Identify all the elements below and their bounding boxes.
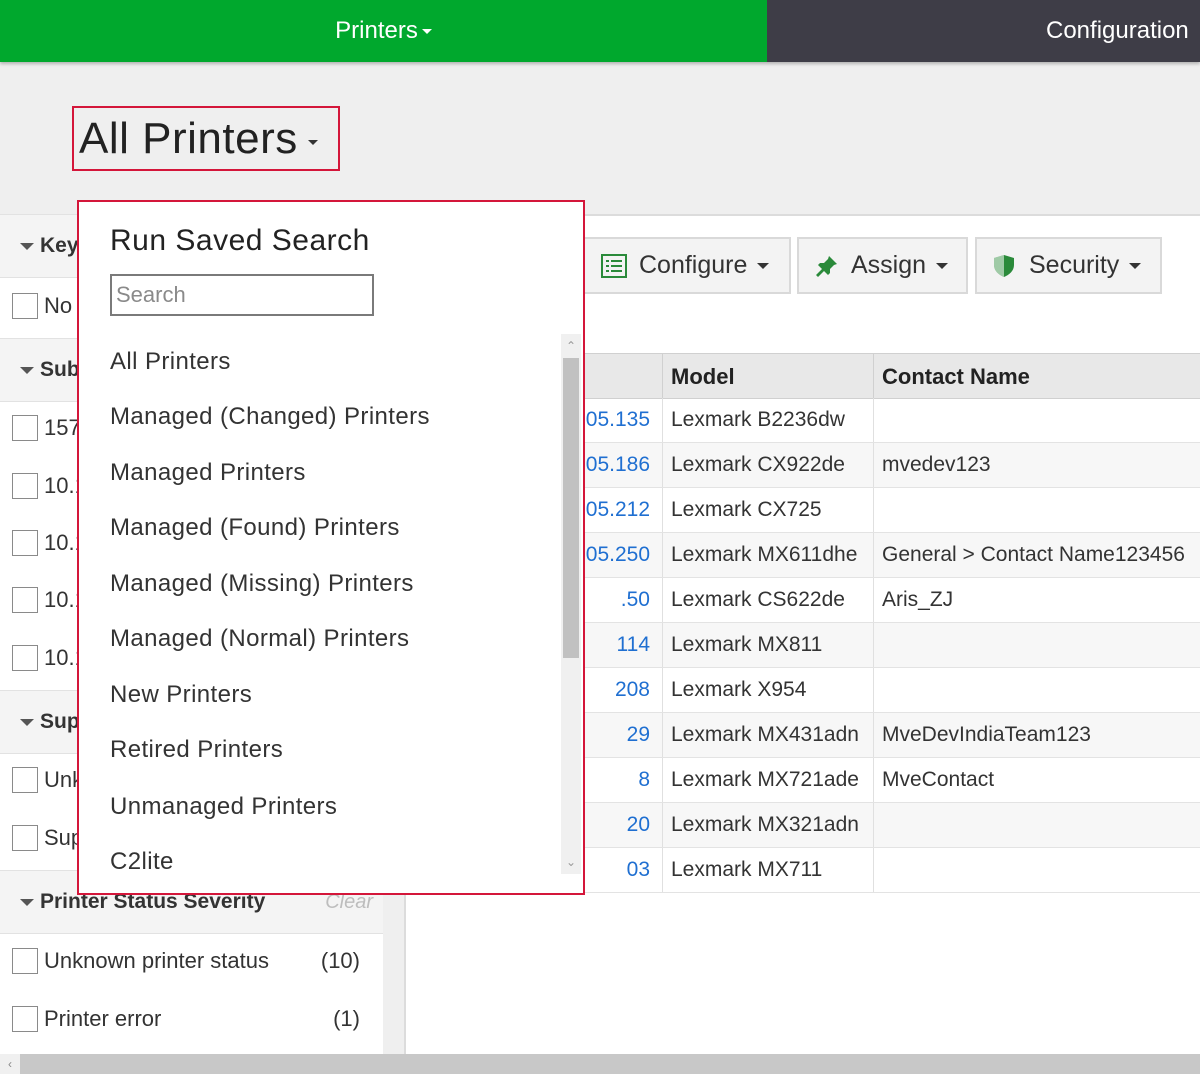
model-cell: Lexmark MX321adn bbox=[662, 803, 873, 847]
contact-cell bbox=[873, 803, 1200, 847]
saved-search-item[interactable]: Retired Printers bbox=[110, 736, 283, 764]
top-nav: Printers Configuration bbox=[0, 0, 1200, 62]
chevron-down-icon bbox=[1129, 262, 1142, 269]
chevron-down-icon bbox=[307, 140, 318, 145]
saved-search-item[interactable]: All Printers bbox=[110, 348, 231, 376]
facet-item-label: Unknown printer status bbox=[44, 948, 269, 973]
column-header-contact-label: Contact Name bbox=[882, 364, 1030, 389]
shield-icon bbox=[994, 254, 1014, 277]
saved-search-item[interactable]: C2lite bbox=[110, 848, 174, 876]
checkbox[interactable] bbox=[12, 587, 38, 613]
model-cell: Lexmark CS622de bbox=[662, 578, 873, 622]
configure-label: Configure bbox=[639, 251, 748, 279]
model-cell: Lexmark CX922de bbox=[662, 443, 873, 487]
contact-cell bbox=[873, 488, 1200, 532]
dropdown-scrollbar-thumb[interactable] bbox=[563, 358, 579, 658]
saved-search-item[interactable]: Managed Printers bbox=[110, 459, 306, 487]
contact-cell: MveDevIndiaTeam123 bbox=[873, 713, 1200, 757]
model-cell: Lexmark B2236dw bbox=[662, 398, 873, 442]
scroll-left-icon[interactable]: ‹ bbox=[0, 1054, 20, 1074]
nav-printers-label: Printers bbox=[335, 17, 418, 44]
nav-printers-tab[interactable]: Printers bbox=[0, 0, 767, 62]
contact-cell: Aris_ZJ bbox=[873, 578, 1200, 622]
checkbox[interactable] bbox=[12, 473, 38, 499]
contact-cell bbox=[873, 398, 1200, 442]
collapse-triangle-icon bbox=[20, 718, 34, 726]
facet-title: Key bbox=[40, 234, 79, 257]
saved-search-item[interactable]: New Printers bbox=[110, 681, 252, 709]
contact-cell bbox=[873, 623, 1200, 667]
contact-cell: MveContact bbox=[873, 758, 1200, 802]
facet-item-label: No bbox=[44, 293, 73, 318]
security-button[interactable]: Security bbox=[975, 237, 1162, 294]
saved-search-item[interactable]: Managed (Found) Printers bbox=[110, 514, 400, 542]
model-cell: Lexmark X954 bbox=[662, 668, 873, 712]
collapse-triangle-icon bbox=[20, 242, 34, 250]
checkbox[interactable] bbox=[12, 415, 38, 441]
checkbox[interactable] bbox=[12, 1006, 38, 1032]
saved-search-selector[interactable]: All Printers bbox=[72, 106, 340, 171]
collapse-triangle-icon bbox=[20, 898, 34, 906]
scroll-down-icon[interactable]: ⌄ bbox=[565, 856, 577, 868]
column-header-contact[interactable]: Contact Name bbox=[873, 354, 1200, 400]
chevron-down-icon bbox=[936, 262, 949, 269]
contact-cell bbox=[873, 668, 1200, 712]
configure-button[interactable]: Configure bbox=[583, 237, 791, 294]
model-cell: Lexmark MX711 bbox=[662, 848, 873, 892]
collapse-triangle-icon bbox=[20, 366, 34, 374]
checkbox[interactable] bbox=[12, 293, 38, 319]
dropdown-title: Run Saved Search bbox=[110, 224, 370, 257]
security-label: Security bbox=[1029, 251, 1120, 279]
saved-search-input[interactable] bbox=[110, 274, 374, 316]
checkbox[interactable] bbox=[12, 767, 38, 793]
facet-title: Sub bbox=[40, 358, 80, 381]
assign-button[interactable]: Assign bbox=[797, 237, 968, 294]
checkbox[interactable] bbox=[12, 948, 38, 974]
nav-configuration-label: Configuration bbox=[1046, 17, 1189, 44]
column-header-model[interactable]: Model bbox=[662, 354, 873, 400]
contact-cell: General > Contact Name123456 bbox=[873, 533, 1200, 577]
column-header-model-label: Model bbox=[671, 364, 735, 389]
assign-label: Assign bbox=[851, 251, 927, 279]
facet-item-count: (1) bbox=[333, 1006, 360, 1031]
chevron-down-icon bbox=[757, 262, 770, 269]
model-cell: Lexmark MX431adn bbox=[662, 713, 873, 757]
model-cell: Lexmark MX811 bbox=[662, 623, 873, 667]
saved-search-item[interactable]: Managed (Normal) Printers bbox=[110, 625, 409, 653]
saved-search-item[interactable]: Managed (Changed) Printers bbox=[110, 403, 430, 431]
nav-configuration-tab[interactable]: Configuration bbox=[767, 0, 1200, 62]
chevron-down-icon bbox=[421, 28, 432, 34]
model-cell: Lexmark MX721ade bbox=[662, 758, 873, 802]
checkbox[interactable] bbox=[12, 530, 38, 556]
facet-item[interactable]: Printer error (1) bbox=[12, 999, 372, 1039]
page-title: All Printers bbox=[79, 113, 298, 163]
facet-title: Sup bbox=[40, 710, 80, 733]
facet-item-count: (10) bbox=[320, 948, 360, 973]
facet-item-label: 157 bbox=[44, 415, 81, 440]
model-cell: Lexmark CX725 bbox=[662, 488, 873, 532]
saved-search-dropdown: Run Saved Search All Printers Managed (C… bbox=[77, 200, 585, 895]
checkbox[interactable] bbox=[12, 645, 38, 671]
saved-search-item[interactable]: Managed (Missing) Printers bbox=[110, 570, 414, 598]
facet-item[interactable]: Unknown printer status (10) bbox=[12, 941, 372, 981]
horizontal-scrollbar[interactable]: ‹ bbox=[0, 1054, 1200, 1074]
contact-cell: mvedev123 bbox=[873, 443, 1200, 487]
contact-cell bbox=[873, 848, 1200, 892]
scroll-up-icon[interactable]: ⌃ bbox=[565, 340, 577, 352]
facet-item-label: Printer error bbox=[44, 1006, 162, 1031]
checkbox[interactable] bbox=[12, 825, 38, 851]
model-cell: Lexmark MX611dhe bbox=[662, 533, 873, 577]
saved-search-item[interactable]: Unmanaged Printers bbox=[110, 793, 337, 821]
pin-icon bbox=[816, 255, 837, 277]
list-icon bbox=[601, 253, 627, 278]
